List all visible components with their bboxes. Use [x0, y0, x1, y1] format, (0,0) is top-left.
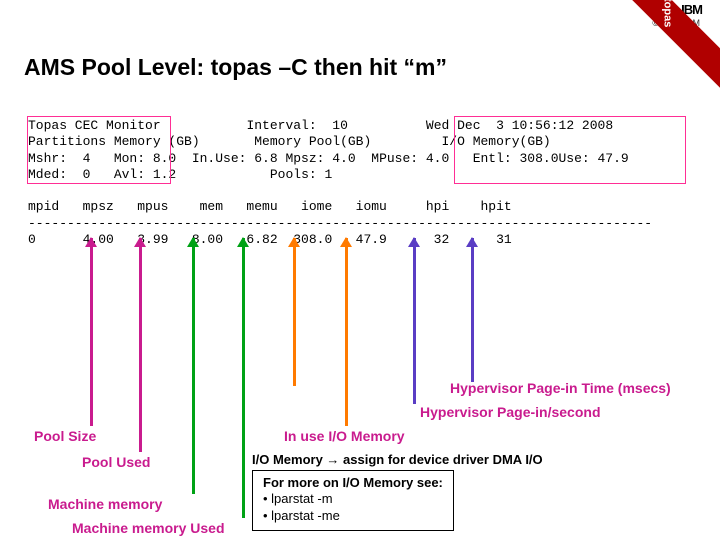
term-header: mpid mpsz mpus mem memu iome iomu hpi hp…	[28, 199, 512, 214]
page-title: AMS Pool Level: topas –C then hit “m”	[24, 54, 447, 81]
label-inuse-io-memory: In use I/O Memory	[284, 428, 405, 444]
label-machine-memory: Machine memory	[48, 496, 162, 512]
term-l4b: Pools: 1	[270, 167, 332, 182]
info-box-bullet-1: • lparstat -m	[263, 491, 443, 507]
corner-ribbon: topas 23	[625, 0, 720, 95]
ribbon-label: topas	[654, 0, 682, 27]
label-pool-size: Pool Size	[34, 428, 96, 444]
info-box-header: For more on I/O Memory see:	[263, 475, 443, 491]
term-l1b: Interval: 10	[246, 118, 347, 133]
highlight-box-left	[27, 116, 171, 184]
label-pool-used: Pool Used	[82, 454, 150, 470]
label-hypervisor-pagein-time: Hypervisor Page-in Time (msecs)	[450, 380, 671, 396]
term-l2b: Memory Pool(GB)	[254, 134, 371, 149]
ribbon-page-number: 23	[710, 67, 720, 80]
info-box-bullet-2: • lparstat -me	[263, 508, 443, 524]
highlight-box-right	[454, 116, 686, 184]
term-l3b: Mpsz: 4.0 MPuse: 4.0	[285, 151, 449, 166]
info-box: For more on I/O Memory see: • lparstat -…	[252, 470, 454, 531]
term-row: 0 4.00 3.99 8.00 6.82 308.0 47.9 32 31	[28, 232, 512, 247]
label-machine-memory-used: Machine memory Used	[72, 520, 225, 536]
label-hypervisor-pagein-second: Hypervisor Page-in/second	[420, 404, 601, 420]
io-memory-assign-text: I/O Memory → assign for device driver DM…	[252, 452, 543, 467]
term-separator: ----------------------------------------…	[28, 216, 652, 231]
